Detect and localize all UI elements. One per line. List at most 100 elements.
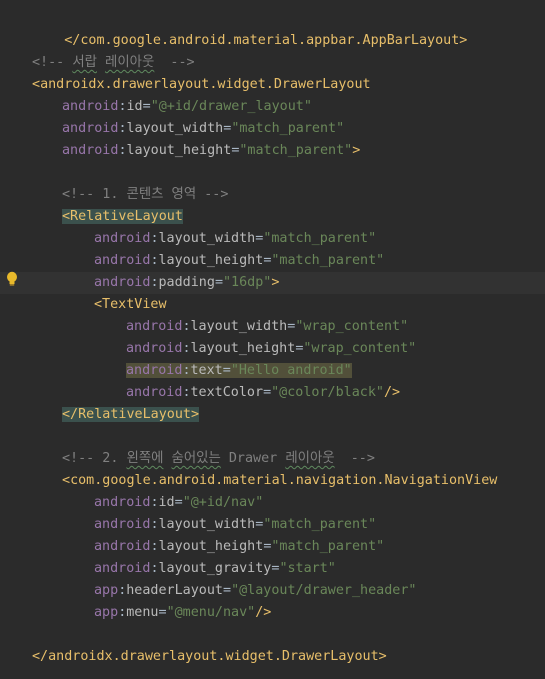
colon: :: [118, 99, 127, 114]
tag-open-bracket: <: [32, 77, 41, 92]
attr-name: layout_gravity: [158, 561, 272, 576]
comment-word: 숨어있는: [171, 451, 221, 466]
tag-name: com.google.android.material.navigation.N…: [70, 473, 498, 488]
attr-namespace: android: [62, 143, 119, 158]
colon: :: [150, 495, 159, 510]
code-editor[interactable]: </com.google.android.material.appbar.App…: [0, 0, 545, 679]
code-line[interactable]: <RelativeLayout: [62, 206, 545, 228]
attr-namespace: android: [94, 275, 151, 290]
code-line[interactable]: android:id="@+id/nav": [94, 492, 545, 514]
attr-name: layout_height: [158, 253, 264, 268]
attr-value: "match_parent": [231, 121, 345, 136]
equals: =: [158, 605, 167, 620]
code-line[interactable]: app:headerLayout="@layout/drawer_header": [94, 580, 545, 602]
attr-value: "@+id/nav": [182, 495, 264, 510]
attr-name: layout_height: [126, 143, 232, 158]
attr-name: layout_height: [158, 539, 264, 554]
comment-space: [97, 55, 105, 70]
code-line[interactable]: android:layout_width="match_parent": [62, 118, 545, 140]
code-line[interactable]: <TextView: [94, 294, 545, 316]
code-line[interactable]: android:layout_gravity="start": [94, 558, 545, 580]
colon: :: [182, 385, 191, 400]
code-line[interactable]: </RelativeLayout>: [62, 404, 545, 426]
comment: <!-- 1. 콘텐츠 영역 -->: [62, 187, 229, 202]
attr-value: "@layout/drawer_header": [231, 583, 417, 598]
attr-name: headerLayout: [126, 583, 223, 598]
attr-namespace: android: [94, 253, 151, 268]
attr-value: "match_parent": [239, 143, 353, 158]
equals: =: [174, 495, 183, 510]
colon: :: [182, 341, 191, 356]
code-line[interactable]: android:id="@+id/drawer_layout": [62, 96, 545, 118]
colon: :: [150, 253, 159, 268]
equals: =: [263, 385, 272, 400]
code-line[interactable]: app:menu="@menu/nav"/>: [94, 602, 545, 624]
comment-text: Drawer: [220, 451, 286, 466]
attr-namespace: android: [62, 99, 119, 114]
attr-name: text: [190, 363, 223, 378]
code-line[interactable]: android:textColor="@color/black"/>: [126, 382, 545, 404]
code-line[interactable]: </com.google.android.material.appbar.App…: [32, 8, 545, 48]
equals: =: [223, 583, 232, 598]
tag-name: <TextView: [94, 297, 167, 312]
equals: =: [222, 363, 231, 378]
attr-value: "match_parent": [271, 539, 385, 554]
attr-value: "16dp": [223, 275, 272, 290]
attr-namespace: android: [94, 495, 151, 510]
tag-close: />: [384, 385, 401, 400]
code-line[interactable]: android:layout_height="match_parent">: [62, 140, 545, 162]
attr-name: id: [126, 99, 143, 114]
attr-namespace: android: [126, 363, 183, 378]
comment-end: -->: [334, 451, 375, 466]
comment-word: 레이아웃: [105, 55, 155, 70]
code-line[interactable]: android:layout_height="match_parent": [94, 250, 545, 272]
attr-name: id: [158, 495, 175, 510]
attr-namespace: android: [94, 539, 151, 554]
code-line[interactable]: <!-- 1. 콘텐츠 영역 -->: [62, 184, 545, 206]
comment-space: [163, 451, 171, 466]
attr-value: "wrap_content": [303, 341, 417, 356]
code-line[interactable]: android:text="Hello android": [126, 360, 545, 382]
code-line-current[interactable]: android:padding="16dp">: [0, 272, 545, 294]
code-line[interactable]: <com.google.android.material.navigation.…: [62, 470, 545, 492]
tag-open-bracket: <: [62, 473, 71, 488]
tag-name: androidx.drawerlayout.widget.DrawerLayou…: [40, 77, 371, 92]
tag-close: >: [352, 143, 361, 158]
attr-value: "start": [279, 561, 336, 576]
tag-close: >: [271, 275, 280, 290]
code-line[interactable]: <!-- 2. 왼쪽에 숨어있는 Drawer 레이아웃 -->: [62, 448, 545, 470]
comment-word: 왼쪽에: [126, 451, 164, 466]
equals: =: [142, 99, 151, 114]
tag-close: />: [255, 605, 272, 620]
colon: :: [150, 275, 159, 290]
closing-tag: </com.google.android.material.appbar.App…: [64, 33, 468, 48]
equals: =: [214, 275, 223, 290]
code-line[interactable]: android:layout_height="wrap_content": [126, 338, 545, 360]
attr-value: "match_parent": [271, 253, 385, 268]
highlighted-attribute: android:text="Hello android": [126, 363, 352, 378]
attr-name: layout_width: [158, 231, 256, 246]
colon: :: [182, 319, 191, 334]
code-line[interactable]: android:layout_height="match_parent": [94, 536, 545, 558]
code-line[interactable]: android:layout_width="match_parent": [94, 514, 545, 536]
code-line[interactable]: <androidx.drawerlayout.widget.DrawerLayo…: [32, 74, 545, 96]
attr-value: "@menu/nav": [166, 605, 256, 620]
attr-name: menu: [126, 605, 159, 620]
attr-name: padding: [158, 275, 215, 290]
colon: :: [150, 231, 159, 246]
code-line[interactable]: android:layout_width="wrap_content": [126, 316, 545, 338]
attr-value: "@color/black": [271, 385, 384, 400]
code-line[interactable]: android:layout_width="match_parent": [94, 228, 545, 250]
attr-name: layout_width: [190, 319, 288, 334]
attr-namespace: android: [94, 517, 151, 532]
code-line[interactable]: <!-- 서랍 레이아웃 -->: [32, 52, 545, 74]
code-line[interactable]: </androidx.drawerlayout.widget.DrawerLay…: [32, 646, 545, 668]
attr-namespace: android: [126, 385, 183, 400]
colon: :: [182, 363, 191, 378]
attr-value: "match_parent": [263, 231, 377, 246]
attr-name: layout_width: [126, 121, 224, 136]
colon: :: [150, 561, 159, 576]
comment-start: <!-- 2.: [62, 451, 127, 466]
lightbulb-icon[interactable]: [5, 271, 19, 287]
attr-namespace: app: [94, 583, 119, 598]
